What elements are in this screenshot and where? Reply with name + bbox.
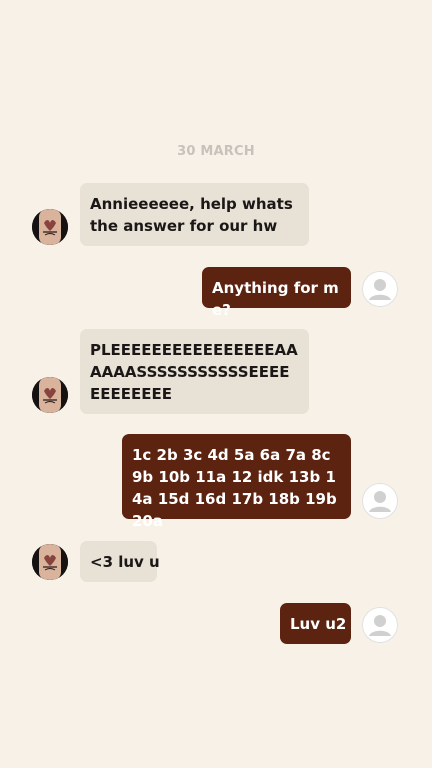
my-avatar-icon[interactable] [362,271,398,307]
friend-avatar-icon[interactable] [32,377,68,413]
message-bubble-incoming: <3 luv u [80,541,160,582]
my-avatar-icon[interactable] [362,607,398,643]
message-bubble-outgoing: Anything for me? [202,267,351,319]
friend-avatar-icon[interactable] [32,209,68,245]
date-separator: 30 MARCH [177,144,255,159]
my-avatar-icon[interactable] [362,483,398,519]
message-bubble-incoming: Annieeeeee, help whats the answer for ou… [80,183,309,246]
message-bubble-outgoing: 1c 2b 3c 4d 5a 6a 7a 8c 9b 10b 11a 12 id… [122,434,351,530]
message-bubble-incoming: PLEEEEEEEEEEEEEEEEAAAAAASSSSSSSSSSSEEEEE… [80,329,309,414]
friend-avatar-icon[interactable] [32,544,68,580]
message-bubble-outgoing: Luv u2 [280,603,351,644]
